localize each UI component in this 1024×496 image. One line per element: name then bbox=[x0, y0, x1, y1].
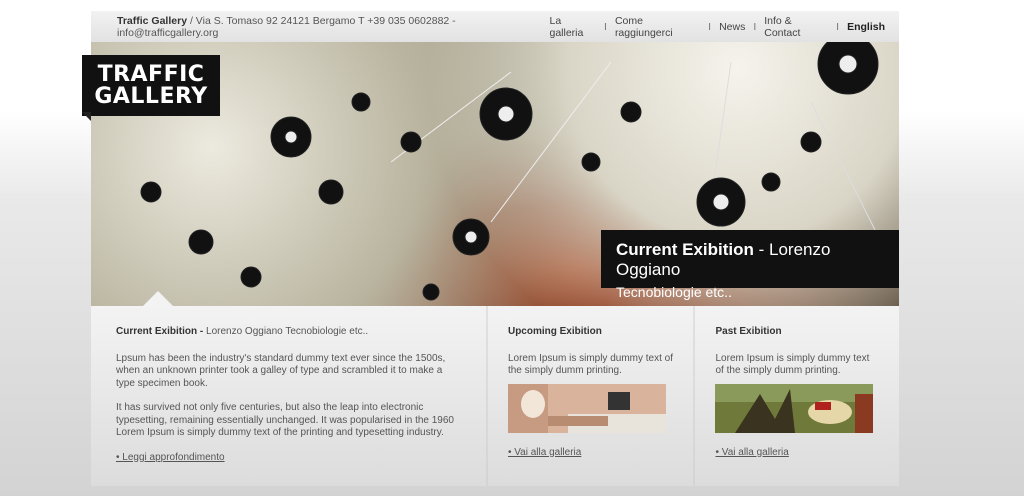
logo-line-1: TRAFFIC bbox=[97, 61, 205, 87]
nav-la-galleria[interactable]: La galleria bbox=[549, 15, 596, 39]
panel-pointer bbox=[143, 291, 173, 306]
nav-come-raggiungerci[interactable]: Come raggiungerci bbox=[615, 15, 700, 39]
brand-name: Traffic Gallery bbox=[117, 14, 188, 27]
past-gallery-link[interactable]: • Vai alla galleria bbox=[715, 447, 788, 458]
past-thumbnail[interactable] bbox=[715, 383, 874, 433]
upcoming-thumbnail[interactable] bbox=[507, 383, 666, 433]
current-heading: Current Exibition - Lorenzo Oggiano Tecn… bbox=[116, 326, 369, 337]
nav-english[interactable]: English bbox=[847, 21, 885, 33]
top-bar: Traffic Gallery / Via S. Tomaso 92 24121… bbox=[91, 11, 899, 42]
upcoming-exhibition-panel: Upcoming Exibition Lorem Ipsum is simply… bbox=[487, 306, 694, 486]
nav-separator: I bbox=[836, 20, 840, 33]
nav-separator: I bbox=[753, 20, 757, 33]
current-para-2: It has survived not only five centuries,… bbox=[116, 402, 454, 438]
current-exhibition-panel: Current Exibition - Lorenzo Oggiano Tecn… bbox=[91, 306, 486, 486]
contact-line: Traffic Gallery / Via S. Tomaso 92 24121… bbox=[117, 15, 549, 39]
content-panels: Current Exibition - Lorenzo Oggiano Tecn… bbox=[91, 306, 899, 486]
upcoming-text: Lorem Ipsum is simply dummy text of the … bbox=[507, 352, 674, 377]
nav-info-contact[interactable]: Info & Contact bbox=[764, 15, 828, 39]
past-heading: Past Exibition bbox=[715, 326, 782, 337]
current-para-1: Lpsum has been the industry's standard d… bbox=[116, 352, 446, 389]
nav-separator: I bbox=[604, 20, 607, 33]
upcoming-heading: Upcoming Exibition bbox=[507, 326, 602, 337]
nav-separator: I bbox=[708, 20, 712, 33]
upcoming-gallery-link[interactable]: • Vai alla galleria bbox=[508, 447, 581, 458]
logo-fold bbox=[82, 112, 91, 121]
past-text: Lorem Ipsum is simply dummy text of the … bbox=[715, 352, 870, 377]
nav-news[interactable]: News bbox=[719, 21, 745, 33]
logo[interactable]: TRAFFIC GALLERY bbox=[82, 55, 220, 116]
read-more-link[interactable]: • Leggi approfondimento bbox=[116, 452, 225, 463]
logo-line-2: GALLERY bbox=[94, 83, 208, 109]
hero-caption-subtitle: Tecnobiologie etc.. bbox=[616, 284, 732, 300]
past-exhibition-panel: Past Exibition Lorem Ipsum is simply dum… bbox=[695, 306, 899, 486]
hero-caption-title: Current Exibition - Lorenzo Oggiano bbox=[616, 240, 831, 279]
main-nav: La galleria I Come raggiungerci I News I… bbox=[549, 15, 885, 39]
hero-caption[interactable]: Current Exibition - Lorenzo Oggiano Tecn… bbox=[601, 230, 899, 300]
